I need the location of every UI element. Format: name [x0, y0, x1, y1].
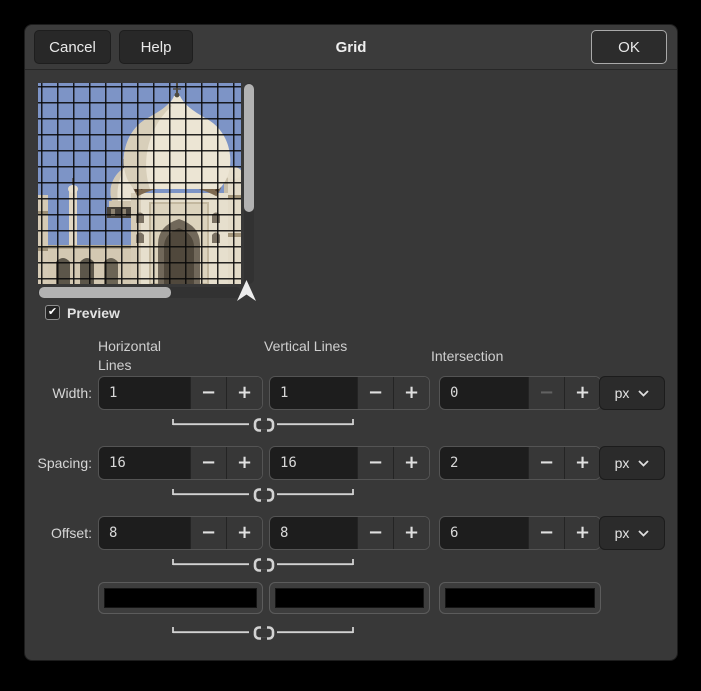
- offset-intersection-minus-button[interactable]: −: [528, 517, 564, 549]
- width-intersection-plus-button[interactable]: +: [564, 377, 600, 409]
- offset-unit-dropdown[interactable]: px: [599, 516, 665, 550]
- width-intersection-input[interactable]: [440, 377, 528, 409]
- column-header-vertical-lines: Vertical Lines: [264, 337, 356, 356]
- width-hlines-minus-button[interactable]: −: [190, 377, 226, 409]
- spacing-hlines-plus-button[interactable]: +: [226, 447, 262, 479]
- offset-vlines-spinbutton: − +: [269, 516, 430, 550]
- hlines-color-button[interactable]: [98, 582, 263, 614]
- spacing-hlines-spinbutton: − +: [98, 446, 263, 480]
- spacing-chain-link-icon[interactable]: [171, 487, 355, 503]
- chevron-down-icon: [638, 460, 649, 467]
- color-row: [25, 582, 679, 614]
- chevron-down-icon: [638, 390, 649, 397]
- width-vlines-minus-button[interactable]: −: [357, 377, 393, 409]
- spacing-hlines-input[interactable]: [99, 447, 190, 479]
- spacing-label: Spacing:: [25, 446, 92, 480]
- offset-hlines-input[interactable]: [99, 517, 190, 549]
- offset-row: Offset: − + − + − + px: [25, 516, 679, 550]
- width-hlines-spinbutton: − +: [98, 376, 263, 410]
- width-intersection-spinbutton: − +: [439, 376, 601, 410]
- offset-chain-link-icon[interactable]: [171, 557, 355, 573]
- ok-button[interactable]: OK: [591, 30, 667, 64]
- preview-checkbox[interactable]: ✔ Preview: [45, 304, 120, 321]
- spacing-intersection-spinbutton: − +: [439, 446, 601, 480]
- offset-hlines-spinbutton: − +: [98, 516, 263, 550]
- spacing-unit-dropdown[interactable]: px: [599, 446, 665, 480]
- horizontal-scroll-thumb[interactable]: [39, 287, 171, 298]
- width-unit-value: px: [615, 385, 630, 401]
- spacing-hlines-minus-button[interactable]: −: [190, 447, 226, 479]
- width-hlines-input[interactable]: [99, 377, 190, 409]
- intersection-color-swatch: [445, 588, 595, 608]
- spacing-unit-value: px: [615, 455, 630, 471]
- spacing-vlines-minus-button[interactable]: −: [357, 447, 393, 479]
- spacing-intersection-plus-button[interactable]: +: [564, 447, 600, 479]
- preview-image[interactable]: [38, 83, 241, 284]
- intersection-color-button[interactable]: [439, 582, 601, 614]
- column-header-intersection: Intersection: [431, 347, 561, 366]
- width-hlines-plus-button[interactable]: +: [226, 377, 262, 409]
- offset-hlines-minus-button[interactable]: −: [190, 517, 226, 549]
- spacing-vlines-input[interactable]: [270, 447, 357, 479]
- width-unit-dropdown[interactable]: px: [599, 376, 665, 410]
- spacing-intersection-minus-button[interactable]: −: [528, 447, 564, 479]
- width-vlines-input[interactable]: [270, 377, 357, 409]
- column-header-horizontal-lines: Horizontal Lines: [98, 337, 190, 375]
- width-vlines-plus-button[interactable]: +: [393, 377, 429, 409]
- chevron-down-icon: [638, 530, 649, 537]
- spacing-vlines-spinbutton: − +: [269, 446, 430, 480]
- preview-checkbox-label: Preview: [67, 305, 120, 321]
- grid-dialog: Cancel Help Grid OK: [24, 24, 678, 661]
- width-vlines-spinbutton: − +: [269, 376, 430, 410]
- spacing-row: Spacing: − + − + − + px: [25, 446, 679, 480]
- offset-intersection-plus-button[interactable]: +: [564, 517, 600, 549]
- vertical-scroll-thumb[interactable]: [244, 84, 254, 212]
- width-chain-link-icon[interactable]: [171, 417, 355, 433]
- checkbox-check-icon: ✔: [45, 305, 60, 320]
- width-row: Width: − + − + − + px: [25, 376, 679, 410]
- help-button[interactable]: Help: [119, 30, 193, 64]
- color-chain-link-icon[interactable]: [171, 625, 355, 641]
- offset-vlines-plus-button[interactable]: +: [393, 517, 429, 549]
- offset-hlines-plus-button[interactable]: +: [226, 517, 262, 549]
- width-label: Width:: [25, 376, 92, 410]
- dialog-titlebar: Cancel Help Grid OK: [25, 25, 677, 70]
- offset-vlines-minus-button[interactable]: −: [357, 517, 393, 549]
- preview-navigation-arrow-icon[interactable]: [237, 280, 256, 301]
- offset-intersection-spinbutton: − +: [439, 516, 601, 550]
- spacing-vlines-plus-button[interactable]: +: [393, 447, 429, 479]
- cancel-button[interactable]: Cancel: [34, 30, 111, 64]
- offset-unit-value: px: [615, 525, 630, 541]
- grid-overlay: [38, 83, 241, 284]
- preview-horizontal-scrollbar[interactable]: [38, 287, 241, 298]
- preview-vertical-scrollbar[interactable]: [244, 83, 254, 284]
- screen: { "titlebar": { "cancel": "Cancel", "hel…: [0, 0, 701, 691]
- hlines-color-swatch: [104, 588, 257, 608]
- offset-label: Offset:: [25, 516, 92, 550]
- vlines-color-swatch: [275, 588, 424, 608]
- spacing-intersection-input[interactable]: [440, 447, 528, 479]
- offset-intersection-input[interactable]: [440, 517, 528, 549]
- offset-vlines-input[interactable]: [270, 517, 357, 549]
- width-intersection-minus-button: −: [528, 377, 564, 409]
- vlines-color-button[interactable]: [269, 582, 430, 614]
